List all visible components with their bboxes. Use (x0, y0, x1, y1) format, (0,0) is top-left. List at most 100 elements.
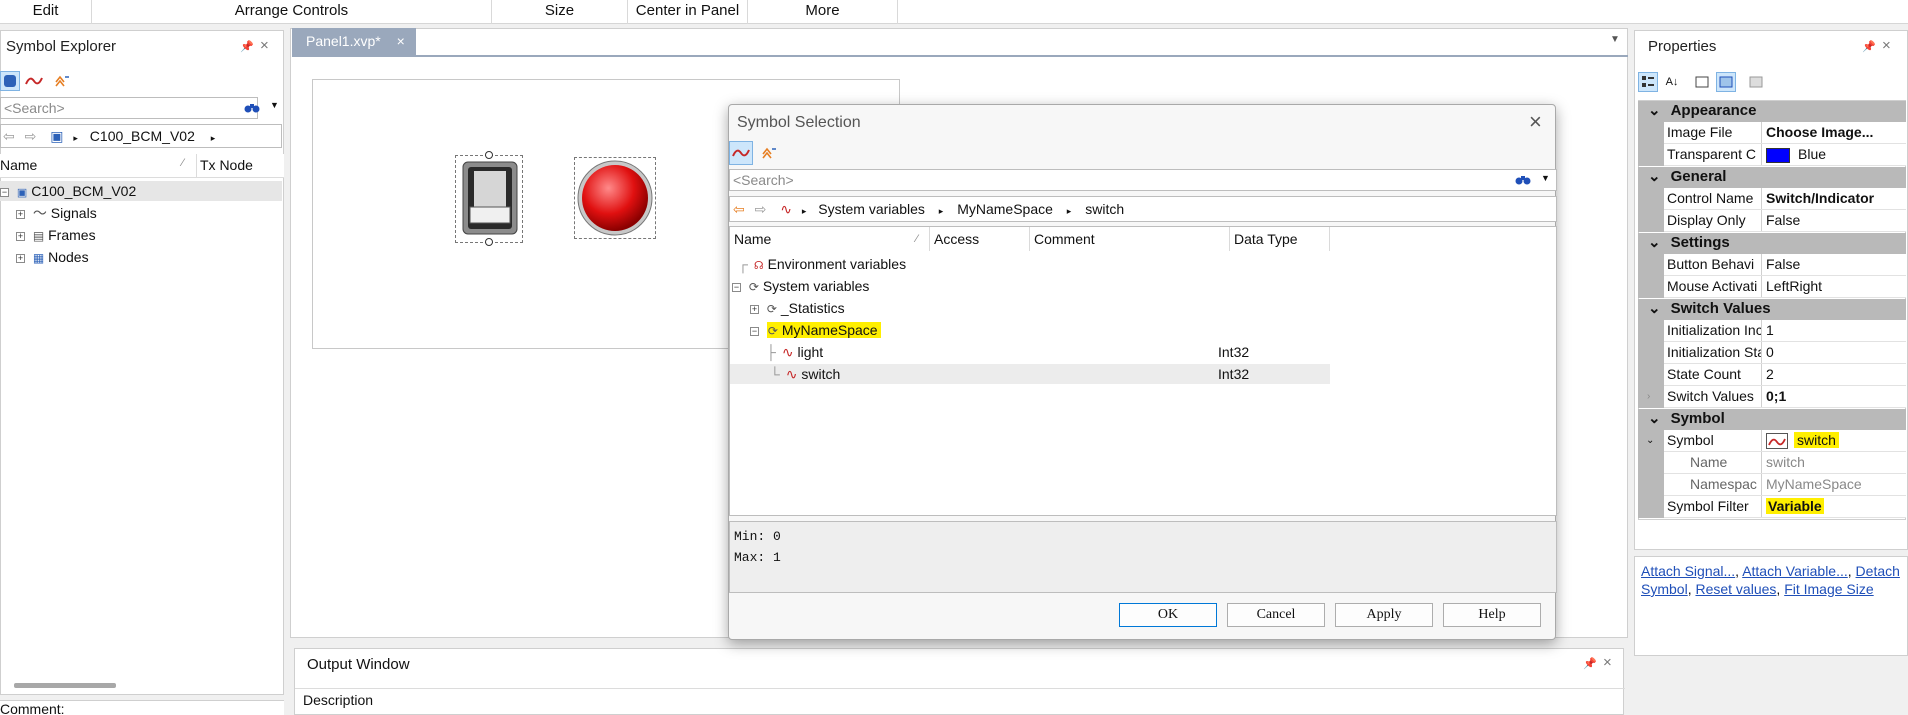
prop-value[interactable]: False (1763, 210, 1906, 231)
expand-icon[interactable]: + (16, 231, 25, 241)
column-tx-node[interactable]: Tx Node (200, 157, 253, 173)
breadcrumb-item[interactable]: C100_BCM_V02 (90, 125, 195, 147)
database-view-icon[interactable] (0, 71, 20, 91)
collapse-icon[interactable]: ⌄ (1646, 430, 1654, 451)
column-description[interactable]: Description (303, 692, 373, 708)
prop-init-index[interactable]: Initialization Inc 1 (1638, 320, 1906, 342)
category-settings[interactable]: ⌄ Settings (1638, 233, 1906, 254)
prop-value[interactable]: Choose Image... (1763, 122, 1906, 143)
tree-item-statistics[interactable]: + ⟳ _Statistics (750, 298, 845, 318)
prop-control-name[interactable]: Control Name Switch/Indicator (1638, 188, 1906, 210)
column-comment[interactable]: Comment (1030, 227, 1230, 251)
tree-item-nodes[interactable]: + ▦ Nodes (16, 247, 89, 267)
toggle-switch-icon[interactable] (462, 161, 518, 235)
expand-icon[interactable]: › (1647, 386, 1650, 407)
tab-panel1[interactable]: Panel1.xvp* × (292, 28, 416, 56)
column-name[interactable]: Name ⁄ (730, 227, 930, 251)
ribbon-size-group[interactable]: Size (492, 0, 628, 24)
prop-value[interactable]: Switch/Indicator (1763, 188, 1906, 209)
pin-icon[interactable]: 📌 (1862, 40, 1876, 53)
variables-view-icon[interactable] (24, 71, 44, 91)
forward-icon[interactable]: ⇨ (25, 125, 37, 147)
ribbon-arrange-group[interactable]: Arrange Controls (92, 0, 492, 24)
collapse-icon[interactable]: ⌄ (1648, 234, 1661, 251)
switch-control-selection[interactable] (455, 151, 523, 246)
tree-item-switch[interactable]: └ ∿ switch Int32 (730, 364, 1330, 384)
events-icon[interactable] (1716, 72, 1736, 92)
apply-button[interactable]: Apply (1335, 603, 1433, 627)
expand-icon[interactable]: + (16, 209, 25, 219)
help-button[interactable]: Help (1443, 603, 1541, 627)
ribbon-center-group[interactable]: Center in Panel (628, 0, 748, 24)
prop-value[interactable]: 0 (1763, 342, 1906, 363)
explorer-breadcrumb[interactable]: ⇦ ⇨ ▣ ▸ C100_BCM_V02 ▸ (0, 124, 282, 148)
tree-item-system-variables[interactable]: − ⟳ System variables (732, 276, 869, 296)
prop-value[interactable]: LeftRight (1763, 276, 1906, 297)
reset-values-link[interactable]: Reset values (1695, 581, 1776, 597)
prop-button-behavior[interactable]: Button Behavi False (1638, 254, 1906, 276)
category-symbol[interactable]: ⌄ Symbol (1638, 409, 1906, 430)
breadcrumb-item[interactable]: switch (1085, 197, 1124, 221)
prop-transparent-color[interactable]: Transparent C Blue (1638, 144, 1906, 166)
prop-value[interactable]: Blue (1763, 144, 1906, 165)
back-icon[interactable]: ⇦ (733, 197, 745, 221)
prop-symbol[interactable]: ⌄ Symbol switch (1638, 430, 1906, 452)
close-icon[interactable]: × (397, 33, 405, 49)
pin-icon[interactable]: 📌 (1583, 657, 1597, 670)
tree-item-frames[interactable]: + ▤ Frames (16, 225, 96, 245)
breadcrumb-item[interactable]: System variables (818, 197, 925, 221)
binoculars-icon[interactable] (1515, 171, 1531, 190)
horizontal-scrollbar[interactable] (14, 683, 116, 688)
prop-value[interactable]: 1 (1763, 320, 1906, 341)
category-switch-values[interactable]: ⌄ Switch Values (1638, 299, 1906, 320)
tree-root[interactable]: − ▣ C100_BCM_V02 (0, 181, 282, 201)
explorer-search-input[interactable]: <Search> (0, 97, 258, 119)
sort-alphabetical-icon[interactable]: A↓ (1662, 72, 1682, 92)
prop-image-file[interactable]: Image File Choose Image... (1638, 122, 1906, 144)
indicator-control-selection[interactable] (574, 157, 656, 239)
collapse-icon[interactable]: ⌄ (1648, 168, 1661, 185)
collapse-icon[interactable]: ⌄ (1648, 300, 1661, 317)
resize-handle[interactable] (485, 151, 493, 159)
prop-init-state[interactable]: Initialization Sta 0 (1638, 342, 1906, 364)
ribbon-more-group[interactable]: More (748, 0, 898, 24)
collapse-icon[interactable]: ⌄ (1648, 410, 1661, 427)
variables-view-icon[interactable] (729, 141, 753, 165)
categorized-icon[interactable] (1638, 72, 1658, 92)
attach-variable-link[interactable]: Attach Variable... (1742, 563, 1848, 579)
dialog-breadcrumb[interactable]: ⇦ ⇨ ∿ ▸ System variables ▸ MyNameSpace ▸… (729, 196, 1557, 222)
breadcrumb-item[interactable]: MyNameSpace (957, 197, 1053, 221)
grid-view-icon[interactable] (1746, 72, 1766, 92)
close-icon[interactable]: × (1529, 109, 1542, 135)
category-appearance[interactable]: ⌄ Appearance (1638, 101, 1906, 122)
cancel-button[interactable]: Cancel (1227, 603, 1325, 627)
close-icon[interactable]: × (1882, 37, 1891, 54)
tree-item-light[interactable]: ├ ∿ light Int32 (766, 342, 1326, 362)
prop-switch-values[interactable]: › Switch Values 0;1 (1638, 386, 1906, 408)
column-data-type[interactable]: Data Type (1230, 227, 1330, 251)
collapse-icon[interactable]: − (0, 187, 9, 197)
search-dropdown-icon[interactable]: ▼ (1541, 173, 1550, 183)
column-access[interactable]: Access (930, 227, 1030, 251)
tree-item-mynamespace[interactable]: − ⟳ MyNameSpace (750, 320, 881, 340)
attach-signal-link[interactable]: Attach Signal... (1641, 563, 1735, 579)
tree-item-signals[interactable]: + 〜 Signals (16, 203, 97, 223)
tree-item-environment-variables[interactable]: ┌ ☊ Environment variables (738, 254, 906, 274)
collapse-icon[interactable]: ⌄ (1648, 102, 1661, 119)
prop-value[interactable]: Variable (1763, 496, 1906, 517)
prop-value[interactable]: 2 (1763, 364, 1906, 385)
prop-state-count[interactable]: State Count 2 (1638, 364, 1906, 386)
ok-button[interactable]: OK (1119, 603, 1217, 627)
category-general[interactable]: ⌄ General (1638, 167, 1906, 188)
back-icon[interactable]: ⇦ (3, 125, 15, 147)
ribbon-edit-group[interactable]: Edit (0, 0, 92, 24)
red-lamp-icon[interactable] (576, 159, 654, 237)
forward-icon[interactable]: ⇨ (755, 197, 767, 221)
search-dropdown-icon[interactable]: ▼ (270, 100, 279, 110)
pin-icon[interactable]: 📌 (240, 40, 254, 53)
prop-value[interactable]: False (1763, 254, 1906, 275)
prop-value[interactable]: switch (1763, 430, 1906, 451)
resize-handle[interactable] (485, 238, 493, 246)
prop-symbol-filter[interactable]: Symbol Filter Variable (1638, 496, 1906, 518)
close-icon[interactable]: × (260, 37, 269, 54)
